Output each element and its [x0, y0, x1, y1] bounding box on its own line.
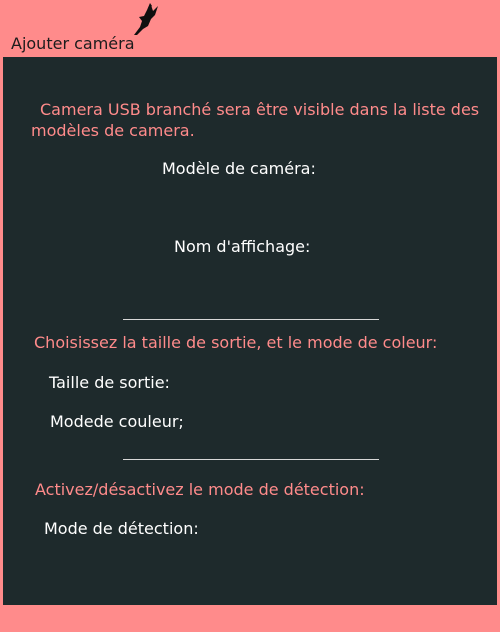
bird-icon: [134, 3, 158, 35]
bottom-bar: [0, 605, 500, 632]
usb-camera-hint: Camera USB branché sera être visible dan…: [31, 100, 480, 140]
section-divider-1: [123, 319, 379, 320]
camera-model-label: Modèle de caméra:: [162, 159, 316, 178]
add-camera-window: Ajouter caméra Camera USB branché sera ê…: [0, 0, 500, 632]
detection-mode-label: Mode de détection:: [44, 519, 199, 538]
settings-panel: Camera USB branché sera être visible dan…: [3, 57, 497, 605]
detection-section-heading: Activez/désactivez le mode de détection:: [35, 480, 365, 499]
output-size-label: Taille de sortie:: [49, 373, 170, 392]
display-name-label: Nom d'affichage:: [174, 237, 311, 256]
title-bar: Ajouter caméra: [0, 0, 500, 57]
window-title: Ajouter caméra: [11, 34, 135, 53]
section-divider-2: [123, 459, 379, 460]
color-mode-label: Modede couleur;: [50, 412, 184, 431]
output-section-heading: Choisissez la taille de sortie, et le mo…: [34, 333, 438, 352]
